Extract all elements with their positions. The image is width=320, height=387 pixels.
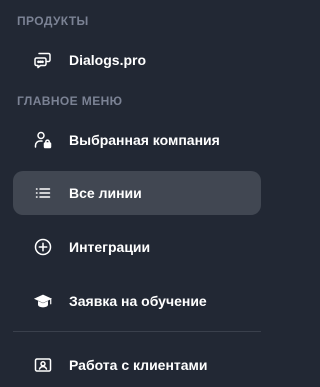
nav-item-training-request[interactable]: Заявка на обучение [13,279,261,323]
nav-item-label: Заявка на обучение [69,293,207,309]
section-heading-products: ПРОДУКТЫ [17,14,89,28]
nav-item-label: Dialogs.pro [69,52,147,68]
graduation-cap-icon [33,291,53,311]
menu-divider [13,331,261,332]
nav-item-label: Интеграции [69,239,151,255]
nav-item-integrations[interactable]: Интеграции [13,225,261,269]
nav-item-all-lines[interactable]: Все линии [13,171,261,215]
list-icon [33,183,53,203]
nav-item-selected-company[interactable]: Выбранная компания [13,118,261,162]
nav-item-label: Все линии [69,185,142,201]
contact-card-icon [33,355,53,375]
user-lock-icon [33,130,53,150]
plus-circle-icon [33,237,53,257]
sidebar: ПРОДУКТЫ Dialogs.pro ГЛАВНОЕ МЕНЮ Выбран… [0,0,269,386]
nav-item-label: Выбранная компания [69,132,220,148]
nav-item-dialogs-pro[interactable]: Dialogs.pro [13,38,261,82]
section-heading-main-menu: ГЛАВНОЕ МЕНЮ [17,94,123,108]
nav-item-label: Работа с клиентами [69,357,208,373]
nav-item-client-work[interactable]: Работа с клиентами [13,343,261,387]
chat-bubbles-icon [33,50,53,70]
